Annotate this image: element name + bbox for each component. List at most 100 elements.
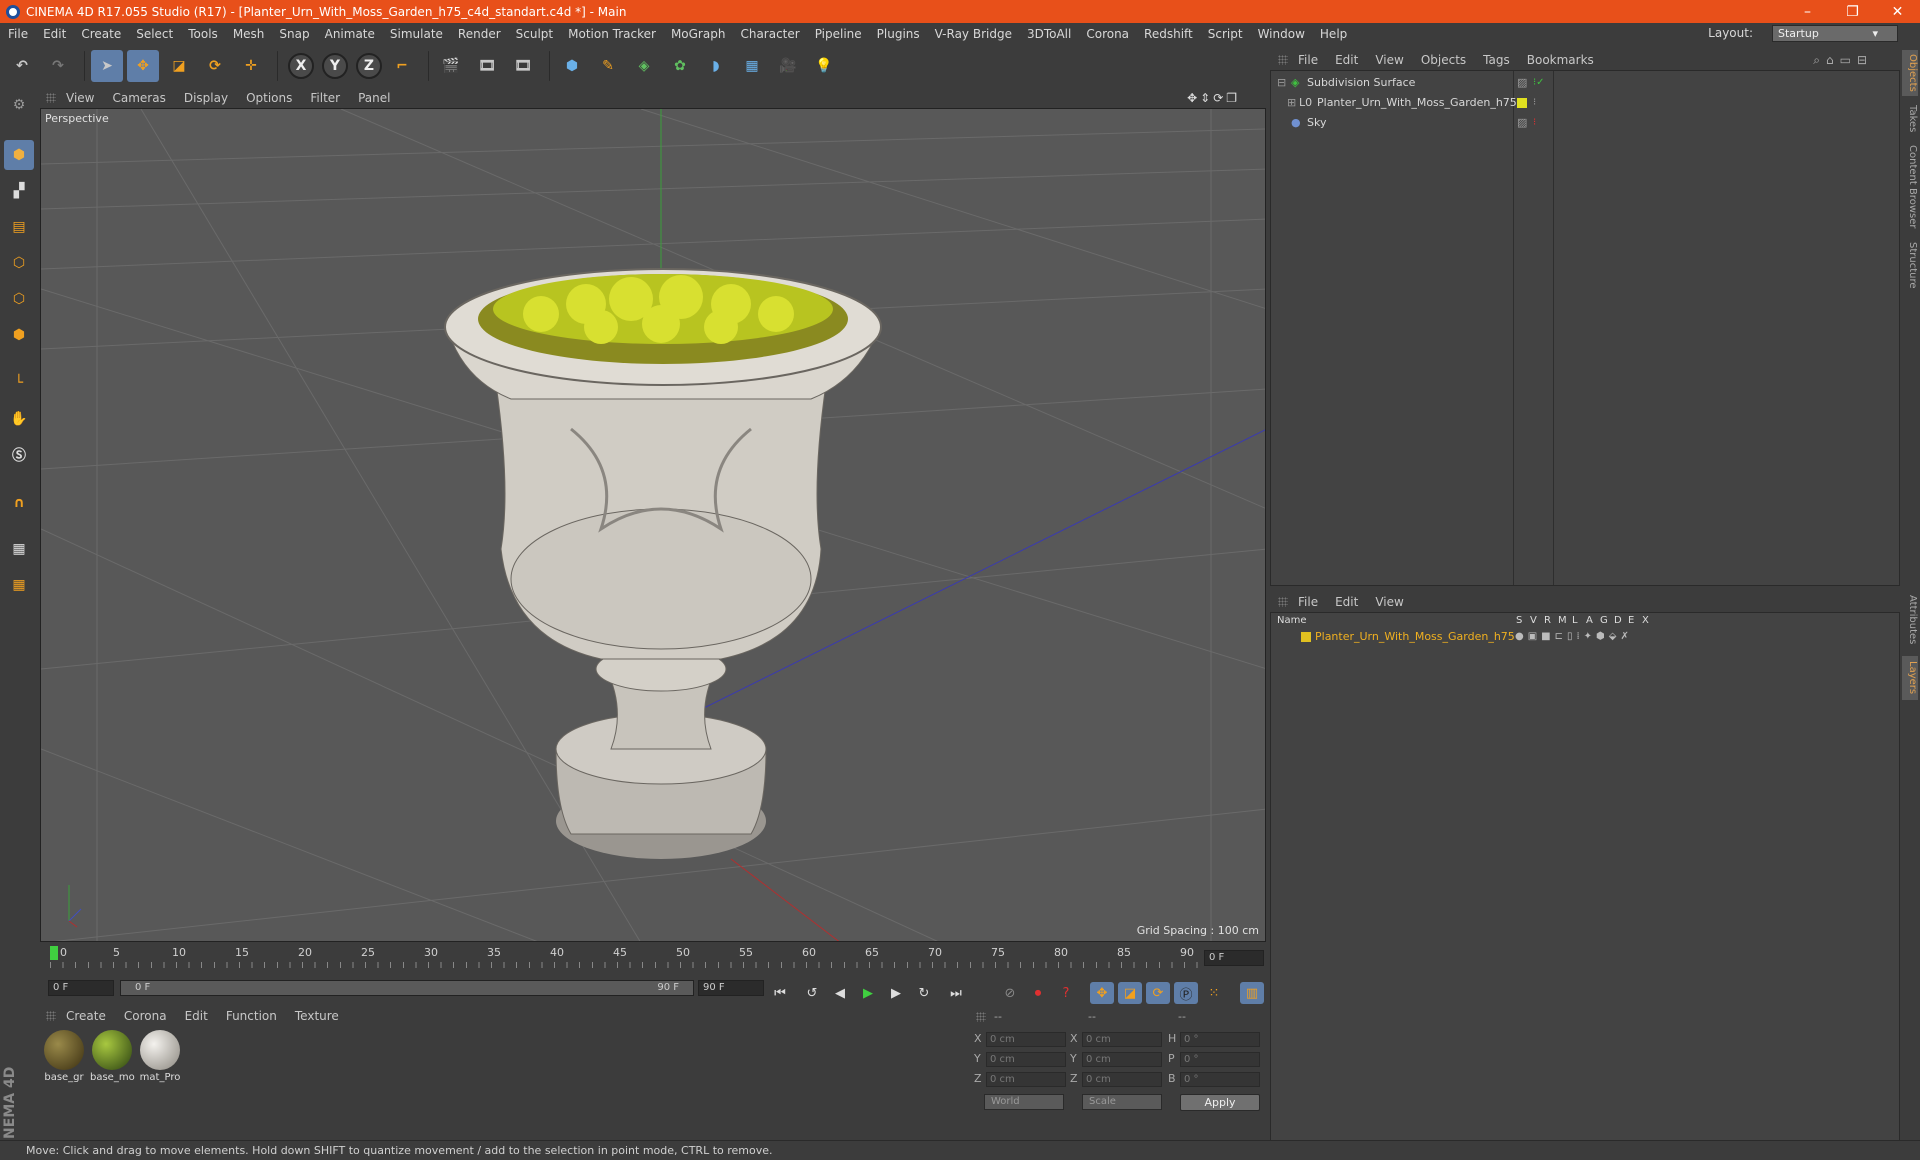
pen-spline-icon[interactable]: ✎ <box>592 50 624 82</box>
edges-mode-icon[interactable]: ⬡ <box>4 284 34 314</box>
range-slider[interactable]: 0 F 90 F <box>120 980 694 996</box>
om-menu-bookmarks[interactable]: Bookmarks <box>1527 53 1594 67</box>
redo-icon[interactable]: ↷ <box>42 50 74 82</box>
start-frame-field[interactable]: 0 F <box>48 980 114 996</box>
menu-redshift[interactable]: Redshift <box>1144 27 1193 41</box>
apply-button[interactable]: Apply <box>1180 1094 1260 1111</box>
column-g[interactable]: G <box>1600 613 1608 629</box>
live-selection-icon[interactable]: ✛ <box>235 50 267 82</box>
menu-snap[interactable]: Snap <box>279 27 309 41</box>
menu-pipeline[interactable]: Pipeline <box>815 27 862 41</box>
menu-3dtoall[interactable]: 3DToAll <box>1027 27 1071 41</box>
object-row[interactable]: ⊟ ◈ Subdivision Surface ▨ ⁝✓ <box>1271 73 1899 93</box>
column-d[interactable]: D <box>1614 613 1622 629</box>
material-swatch[interactable]: mat_Pro <box>138 1030 182 1083</box>
menu-plugins[interactable]: Plugins <box>877 27 920 41</box>
x-axis-button[interactable]: X <box>288 53 314 79</box>
timeline-window-icon[interactable]: ▥ <box>1240 982 1264 1004</box>
y-axis-button[interactable]: Y <box>322 53 348 79</box>
scale-tool-icon[interactable]: ◪ <box>163 50 195 82</box>
move-tool-icon[interactable]: ✥ <box>127 50 159 82</box>
go-to-start-icon[interactable]: ⏮ <box>768 982 792 1004</box>
undo-icon[interactable]: ↶ <box>6 50 38 82</box>
om-menu-file[interactable]: File <box>1298 53 1318 67</box>
tab-objects[interactable]: Objects <box>1902 50 1918 96</box>
3d-viewport[interactable]: Perspective Grid Spacing : 100 cm <box>40 108 1266 942</box>
object-row[interactable]: ⊞ L0 Planter_Urn_With_Moss_Garden_h75 ⁝ <box>1271 93 1899 113</box>
column-x[interactable]: X <box>1642 613 1649 629</box>
collapse-icon[interactable]: ⊟ <box>1277 73 1286 93</box>
tab-takes[interactable]: Takes <box>1902 102 1918 136</box>
menu-corona[interactable]: Corona <box>1086 27 1129 41</box>
camera-icon[interactable]: 🎥 <box>772 50 804 82</box>
menu-simulate[interactable]: Simulate <box>390 27 443 41</box>
menu-mograph[interactable]: MoGraph <box>671 27 726 41</box>
texture-mode-icon[interactable]: ▞ <box>4 176 34 206</box>
menu-character[interactable]: Character <box>740 27 799 41</box>
light-icon[interactable]: 💡 <box>808 50 840 82</box>
key-position-icon[interactable]: ✥ <box>1090 982 1114 1004</box>
material-menu-create[interactable]: Create <box>66 1009 106 1023</box>
om-menu-edit[interactable]: Edit <box>1335 53 1358 67</box>
menu-create[interactable]: Create <box>81 27 121 41</box>
column-l[interactable]: L <box>1572 613 1578 629</box>
viewport-menu-cameras[interactable]: Cameras <box>112 91 165 105</box>
previous-key-icon[interactable]: ↺ <box>800 982 824 1004</box>
points-mode-icon[interactable]: ⬡ <box>4 248 34 278</box>
enable-axis-icon[interactable]: └ <box>4 368 34 398</box>
play-icon[interactable]: ▶ <box>856 982 880 1004</box>
visibility-dots-icon[interactable]: ⁝ <box>1533 93 1536 113</box>
om-menu-tags[interactable]: Tags <box>1483 53 1510 67</box>
subdivision-surface-icon[interactable]: ◈ <box>628 50 660 82</box>
panel-grip-icon[interactable] <box>1278 55 1288 65</box>
floor-icon[interactable]: ▦ <box>736 50 768 82</box>
material-menu-corona[interactable]: Corona <box>124 1009 167 1023</box>
tweak-mode-icon[interactable]: ✋ <box>4 404 34 434</box>
close-button[interactable]: ✕ <box>1875 0 1920 23</box>
material-menu-texture[interactable]: Texture <box>295 1009 339 1023</box>
pos-z-field[interactable]: 0 cm <box>986 1072 1066 1087</box>
playhead-marker[interactable] <box>50 946 58 960</box>
coordinate-mode-select[interactable]: World <box>984 1094 1064 1110</box>
panel-grip-icon[interactable] <box>976 1012 986 1022</box>
panel-grip-icon[interactable] <box>46 93 56 103</box>
layout-select[interactable]: Startup ▾ <box>1772 25 1898 42</box>
menu-render[interactable]: Render <box>458 27 501 41</box>
tab-structure[interactable]: Structure <box>1902 238 1918 292</box>
viewport-menu-display[interactable]: Display <box>184 91 228 105</box>
cloner-icon[interactable]: ✿ <box>664 50 696 82</box>
menu-edit[interactable]: Edit <box>43 27 66 41</box>
model-mode-icon[interactable]: ⬢ <box>4 140 34 170</box>
layer-row[interactable]: Planter_Urn_With_Moss_Garden_h75 ●▣■⊏▯⁞✦… <box>1271 629 1899 645</box>
snap-magnet-icon[interactable]: ∩ <box>4 488 34 518</box>
keyframe-selection-icon[interactable]: ? <box>1054 982 1078 1004</box>
polygons-mode-icon[interactable]: ⬢ <box>4 320 34 350</box>
om-menu-objects[interactable]: Objects <box>1421 53 1466 67</box>
next-frame-icon[interactable]: ▶ <box>884 982 908 1004</box>
workplane-rotate-icon[interactable]: ▦ <box>4 570 34 600</box>
go-to-end-icon[interactable]: ⏭ <box>944 982 968 1004</box>
column-a[interactable]: A <box>1586 613 1593 629</box>
key-parameter-icon[interactable]: Ⓟ <box>1174 982 1198 1004</box>
menu-help[interactable]: Help <box>1320 27 1347 41</box>
restore-button[interactable]: ❐ <box>1830 0 1875 23</box>
column-e[interactable]: E <box>1628 613 1634 629</box>
expand-icon[interactable]: ⊞ <box>1287 93 1296 113</box>
workplane-mode-icon[interactable]: ▤ <box>4 212 34 242</box>
end-frame-field[interactable]: 90 F <box>698 980 764 996</box>
panel-grip-icon[interactable] <box>1278 597 1288 607</box>
menu-sculpt[interactable]: Sculpt <box>516 27 553 41</box>
deformer-icon[interactable]: ◗ <box>700 50 732 82</box>
workplane-lock-icon[interactable]: ▦ <box>4 534 34 564</box>
key-scale-icon[interactable]: ◪ <box>1118 982 1142 1004</box>
key-rotation-icon[interactable]: ⟳ <box>1146 982 1170 1004</box>
menu-select[interactable]: Select <box>136 27 173 41</box>
autokey-icon[interactable]: ⏺ <box>1026 982 1050 1004</box>
menu-script[interactable]: Script <box>1208 27 1243 41</box>
record-keys-icon[interactable]: ⊘ <box>998 982 1022 1004</box>
pos-x-field[interactable]: 0 cm <box>986 1032 1066 1047</box>
material-menu-edit[interactable]: Edit <box>185 1009 208 1023</box>
material-swatch[interactable]: base_mo <box>90 1030 135 1083</box>
rot-p-field[interactable]: 0 ° <box>1180 1052 1260 1067</box>
enabled-check-icon[interactable]: ⁝✓ <box>1533 73 1545 93</box>
